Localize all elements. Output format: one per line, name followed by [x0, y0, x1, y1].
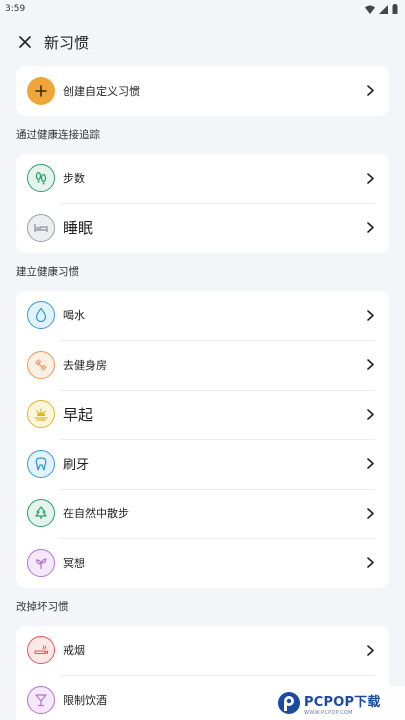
battery-icon: [392, 4, 398, 14]
chevron-right-icon: [363, 308, 377, 322]
habit-item-meditate[interactable]: 冥想: [16, 538, 389, 588]
close-icon: [19, 36, 31, 48]
close-button[interactable]: [14, 31, 36, 53]
chevron-right-icon: [363, 407, 377, 421]
signal-icon: [379, 4, 388, 14]
status-bar: 3:59: [0, 0, 405, 18]
water-drop-icon: [27, 301, 55, 330]
habit-item-label: 步数: [63, 172, 85, 186]
habit-item-label: 戒烟: [63, 644, 85, 658]
tree-icon: [27, 499, 55, 528]
habit-item-drink-water[interactable]: 喝水: [16, 291, 389, 341]
pcpop-logo-icon: [278, 692, 300, 714]
sunrise-icon: [27, 400, 55, 429]
footprints-icon: [27, 164, 55, 193]
create-custom-habit-button[interactable]: 创建自定义习惯: [16, 66, 389, 116]
habit-item-sleep[interactable]: 睡眠: [16, 203, 389, 253]
app-bar: 新习惯: [0, 18, 405, 66]
habit-item-label: 早起: [63, 405, 94, 424]
section-title-health-connect: 通过健康连接追踪: [16, 129, 100, 141]
habit-item-nature-walk[interactable]: 在自然中散步: [16, 488, 389, 539]
watermark-url: WWW.PCPOP.COM: [304, 709, 353, 716]
habit-item-label: 睡眠: [63, 219, 94, 238]
habit-item-label: 冥想: [63, 556, 85, 570]
chevron-right-icon: [363, 221, 377, 235]
chevron-right-icon: [363, 358, 377, 372]
chevron-right-icon: [363, 556, 377, 570]
health-connect-card: 步数 睡眠: [16, 153, 389, 253]
watermark: PCPOP下载 WWW.PCPOP.COM: [273, 686, 405, 720]
wifi-icon: [365, 5, 375, 14]
habit-item-label: 去健身房: [63, 358, 107, 372]
cocktail-icon: [27, 685, 55, 714]
section-title-quit-habits: 改掉坏习惯: [16, 601, 69, 613]
plus-icon: [27, 76, 55, 105]
habit-item-steps[interactable]: 步数: [16, 154, 389, 204]
cigarette-icon: [27, 636, 55, 665]
chevron-right-icon: [363, 84, 377, 98]
chevron-right-icon: [363, 643, 377, 657]
habit-item-wake-early[interactable]: 早起: [16, 389, 389, 440]
habit-item-gym[interactable]: 去健身房: [16, 340, 389, 390]
status-icons: [365, 4, 398, 14]
chevron-right-icon: [363, 457, 377, 471]
page-title: 新习惯: [44, 33, 90, 52]
habit-item-label: 在自然中散步: [63, 507, 129, 521]
custom-habit-card: 创建自定义习惯: [16, 66, 389, 116]
section-title-build-habits: 建立健康习惯: [16, 266, 79, 278]
status-time: 3:59: [5, 4, 26, 14]
create-custom-habit-label: 创建自定义习惯: [63, 84, 140, 98]
chevron-right-icon: [363, 506, 377, 520]
build-habits-card: 喝水 去健身房 早起 刷牙 在自然中散步 冥想: [16, 290, 389, 588]
bed-icon: [27, 213, 55, 242]
meditation-sprout-icon: [27, 548, 55, 577]
dumbbell-icon: [27, 350, 55, 379]
habit-item-quit-smoking[interactable]: 戒烟: [16, 626, 389, 676]
habit-item-label: 喝水: [63, 309, 85, 323]
habit-item-brush-teeth[interactable]: 刷牙: [16, 439, 389, 489]
chevron-right-icon: [363, 171, 377, 185]
watermark-brand: PCPOP下载: [304, 694, 381, 710]
habit-item-label: 刷牙: [63, 458, 90, 474]
tooth-icon: [27, 449, 55, 478]
